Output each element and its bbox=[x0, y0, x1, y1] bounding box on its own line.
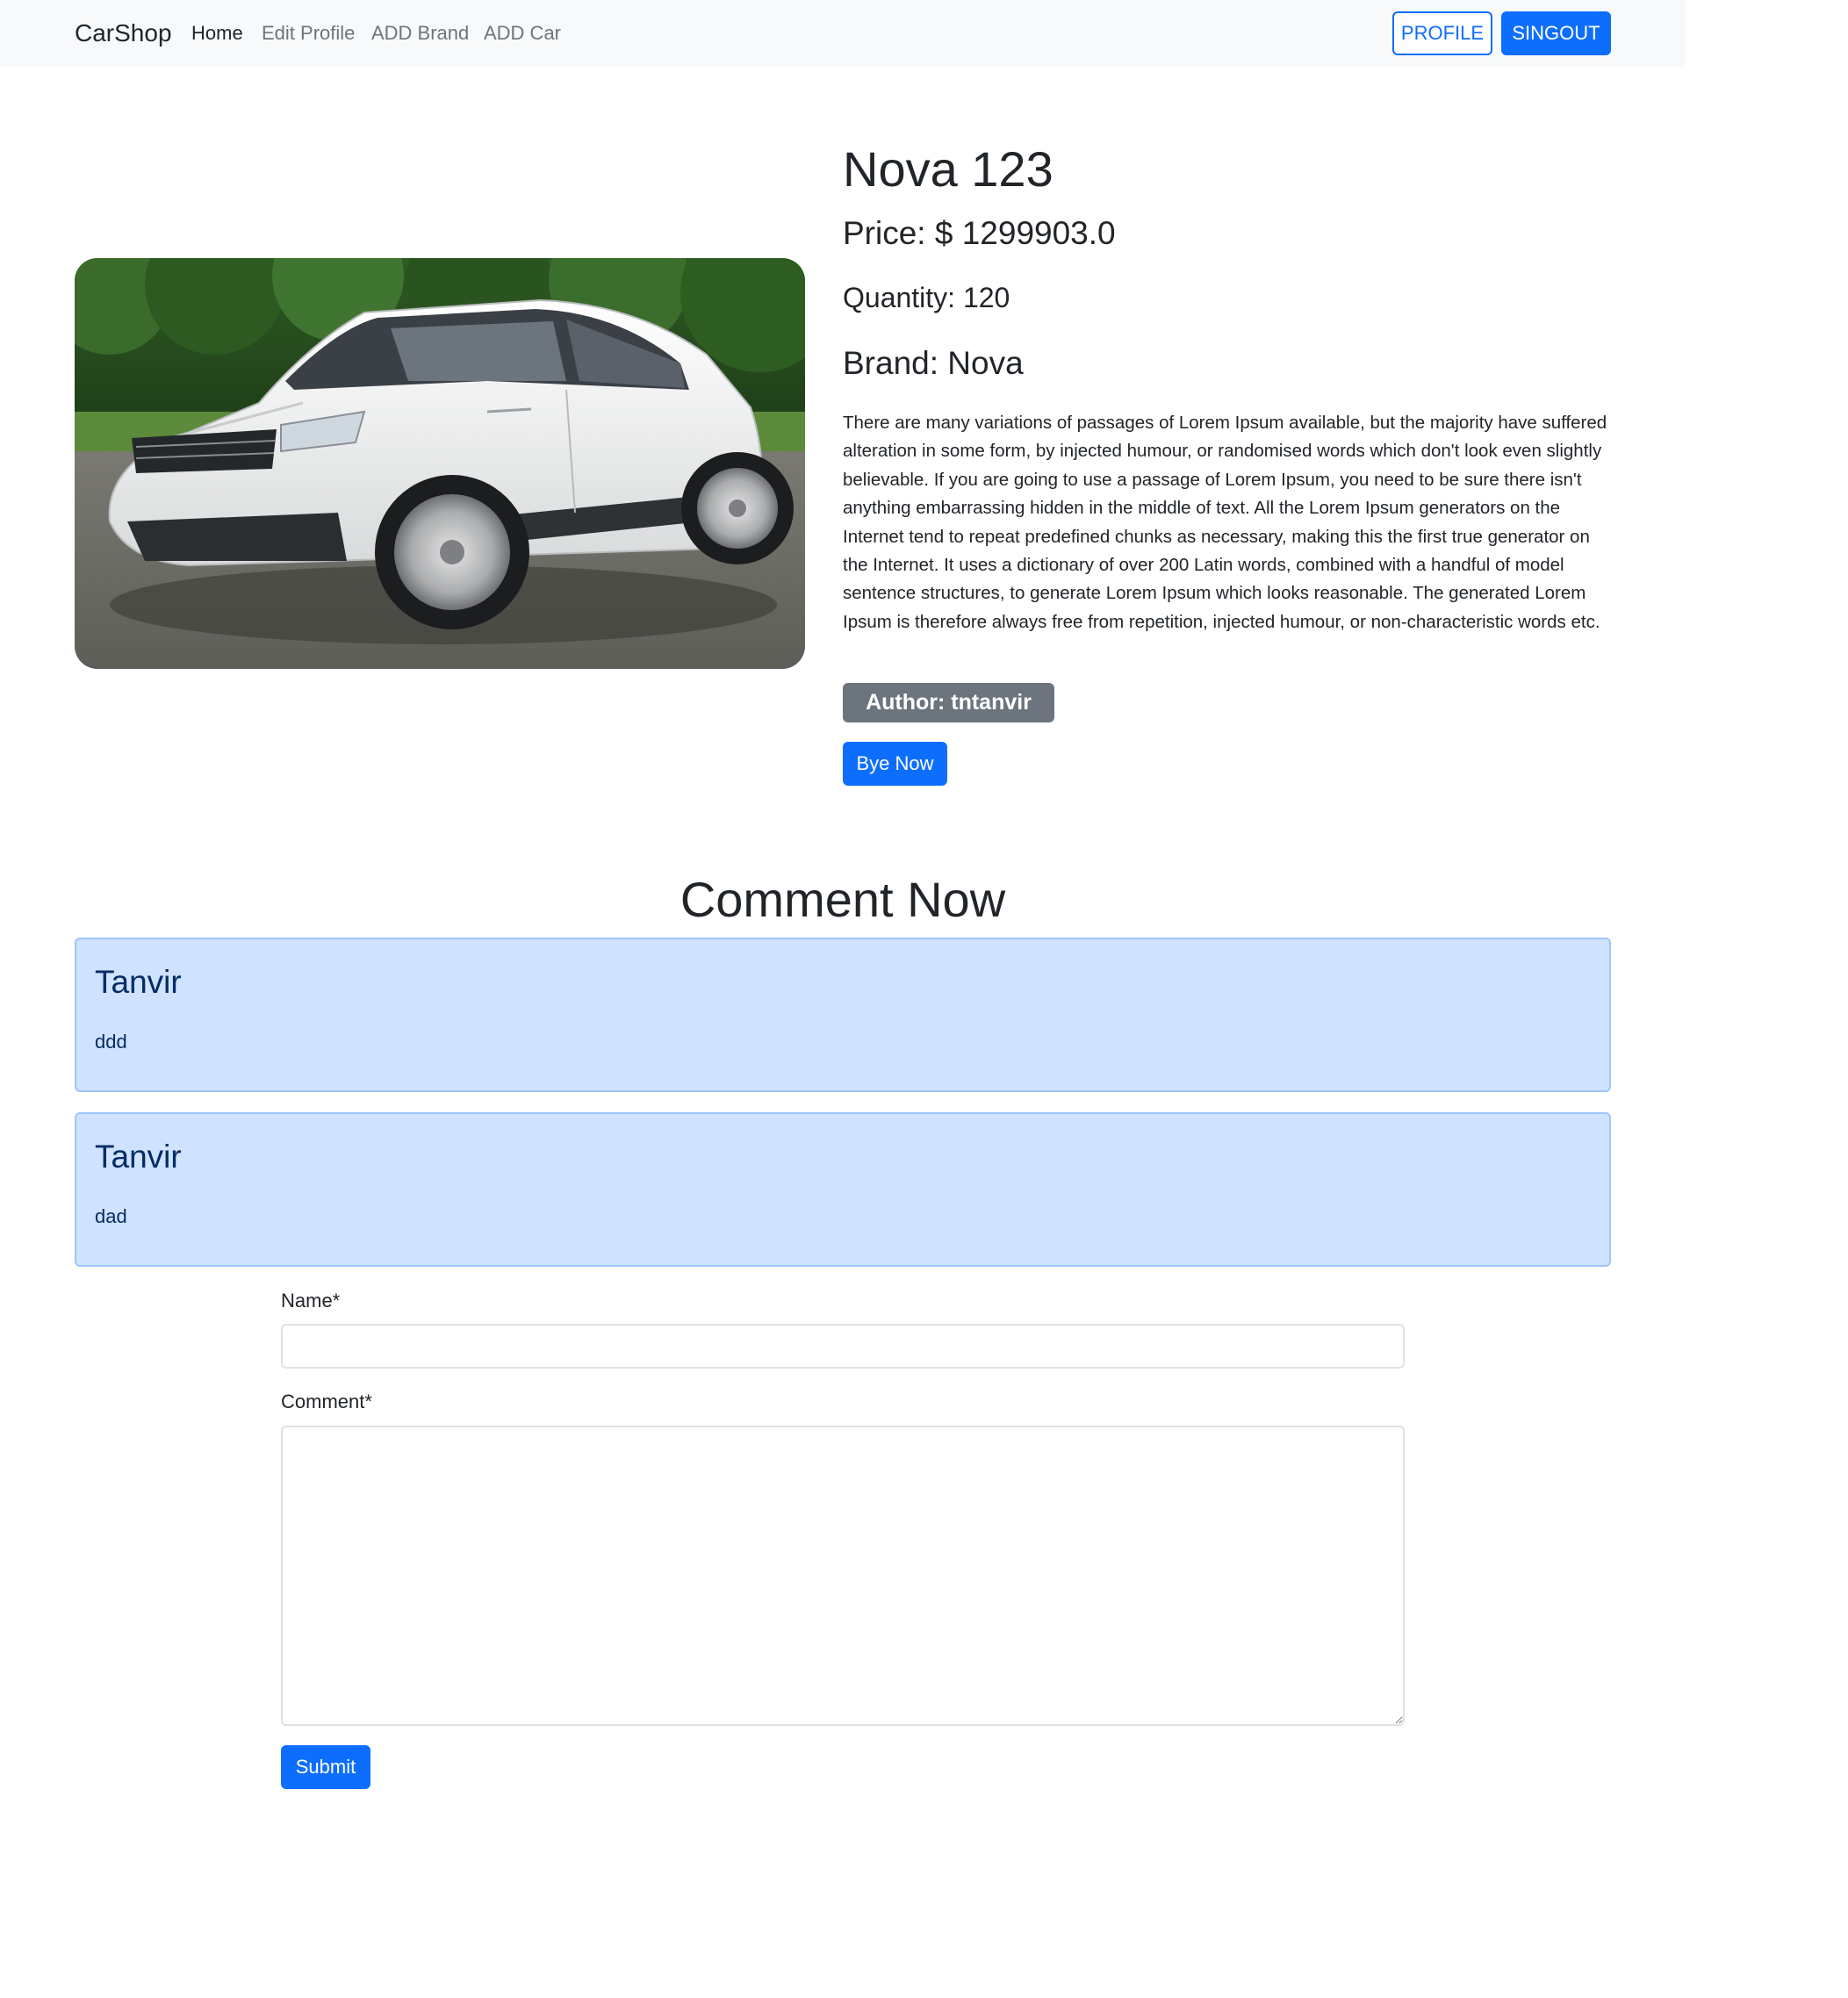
product-price: Price: $ 1299903.0 bbox=[843, 215, 1116, 251]
nav-link-edit-profile[interactable]: Edit Profile bbox=[262, 22, 355, 45]
product-brand: Brand: Nova bbox=[843, 345, 1024, 381]
submit-button[interactable]: Submit bbox=[281, 1745, 370, 1789]
buy-now-button[interactable]: Bye Now bbox=[843, 742, 947, 786]
comment-author: Tanvir bbox=[95, 964, 182, 1000]
comment-card: Tanvir dad bbox=[75, 1112, 1611, 1267]
comment-text: dad bbox=[95, 1205, 127, 1227]
comment-textarea[interactable] bbox=[281, 1426, 1405, 1726]
product-description: There are many variations of passages of… bbox=[843, 413, 1607, 632]
product-quantity: Quantity: 120 bbox=[843, 282, 1010, 313]
nav-link-add-brand[interactable]: ADD Brand bbox=[371, 22, 469, 45]
comment-field-label: Comment* bbox=[281, 1391, 372, 1412]
product-image bbox=[75, 258, 805, 669]
comment-author: Tanvir bbox=[95, 1139, 182, 1175]
nav-link-home[interactable]: Home bbox=[191, 22, 243, 45]
profile-button[interactable]: PROFILE bbox=[1392, 11, 1492, 55]
name-field-label: Name* bbox=[281, 1290, 341, 1312]
comment-section-heading: Comment Now bbox=[680, 872, 1006, 927]
nav-link-add-car[interactable]: ADD Car bbox=[484, 22, 561, 45]
comment-text: ddd bbox=[95, 1031, 127, 1053]
author-badge: Author: tntanvir bbox=[843, 683, 1054, 722]
brand-logo-link[interactable]: CarShop bbox=[75, 19, 172, 47]
signout-button[interactable]: SINGOUT bbox=[1501, 11, 1611, 55]
navbar: CarShop Home Edit Profile ADD Brand ADD … bbox=[0, 0, 1686, 67]
name-input[interactable] bbox=[281, 1324, 1405, 1369]
product-title: Nova 123 bbox=[843, 141, 1053, 197]
comment-card: Tanvir ddd bbox=[75, 938, 1611, 1092]
